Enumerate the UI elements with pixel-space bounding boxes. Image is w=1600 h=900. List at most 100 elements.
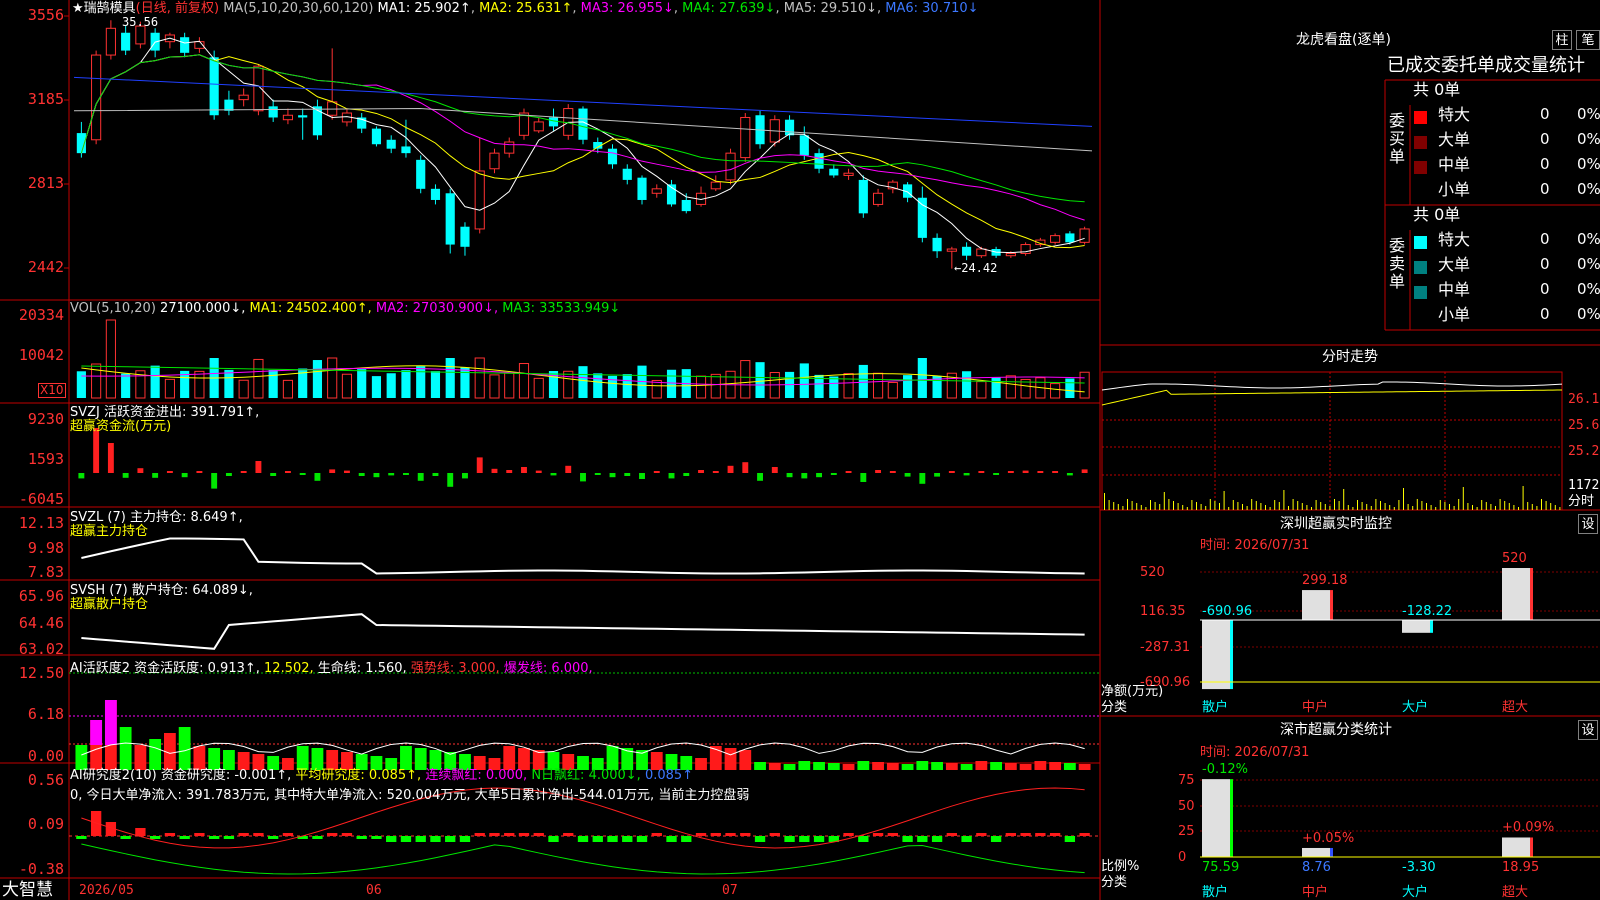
svzj-bar <box>1052 471 1059 473</box>
ma-label: MA(5,10,20,30,60,120) <box>223 1 374 16</box>
ai1-bar <box>901 764 914 770</box>
order-color-swatch <box>1414 286 1427 299</box>
fenshi-volume-bar <box>1297 501 1299 510</box>
ai1-bar <box>798 761 811 770</box>
sz2-settings-button[interactable]: 设 <box>1578 720 1598 740</box>
candle-down <box>180 37 190 53</box>
candle-down <box>814 153 824 169</box>
sz2-ylabel: 比例% <box>1101 859 1140 874</box>
ai1-bar <box>990 762 1003 770</box>
ai2-bar <box>533 833 544 836</box>
fenshi-volume-bar <box>1173 501 1174 510</box>
svzj-bar <box>181 473 188 478</box>
fenshi-volume-bar <box>1472 505 1473 510</box>
ma5-value: MA5: 29.510↓ <box>783 1 877 16</box>
order-sell-row-value: 0 <box>1540 230 1550 248</box>
ai2-bar <box>223 836 235 839</box>
volume-bar-down <box>76 371 86 398</box>
svsh-y-tick: 63.02 <box>18 640 64 658</box>
svzj-bar <box>240 471 247 473</box>
ai2-bar <box>931 836 943 842</box>
ai1-bar <box>400 746 412 770</box>
ai1-bar <box>311 748 324 770</box>
ai1-bar <box>842 764 855 770</box>
sz2-bar-edge <box>1530 837 1533 857</box>
fenshi-volume-bar <box>1536 506 1538 510</box>
main-y-tick: 3185 <box>27 90 64 108</box>
order-sell-row-label: 小单 <box>1438 305 1471 324</box>
sz2-bar-散户 <box>1202 779 1230 857</box>
fenshi-volume-bar <box>1508 503 1510 510</box>
volume-bar-down <box>401 370 411 398</box>
sz1-category: 中户 <box>1302 700 1329 715</box>
sz2-bar-value: 8.76 <box>1302 860 1331 875</box>
order-sell-row-pct: 0% <box>1577 230 1600 248</box>
order-sell-row-pct: 0% <box>1577 255 1600 273</box>
fenshi-volume-bar <box>1541 499 1542 510</box>
chart-canvas[interactable] <box>0 0 1600 900</box>
svzj-bar <box>639 473 645 479</box>
candle-up <box>533 121 544 132</box>
svzj-bar <box>594 473 601 475</box>
ai1-bar-burst <box>90 720 103 745</box>
ai1-bar <box>134 745 147 770</box>
ai2-label: AI研究度2(10) 资金研究度: -0.001↑, <box>70 768 292 783</box>
fenshi-volume-bar <box>1347 505 1349 510</box>
sz1-settings-button[interactable]: 设 <box>1578 514 1598 534</box>
ai1-bar <box>1034 761 1047 770</box>
order-sell-row-value: 0 <box>1540 280 1550 298</box>
fenshi-volume-bar <box>1140 505 1142 510</box>
tick-mode-button[interactable]: 笔 <box>1576 30 1600 50</box>
svsh-label: SVSH (7) 散户持仓: 64.089↓, <box>70 583 253 598</box>
ai2-bar <box>268 836 279 839</box>
ai1-bar <box>1078 764 1091 770</box>
volume-bar-up <box>474 357 485 399</box>
svzj-y-tick: 1593 <box>27 450 64 468</box>
candle-down <box>917 197 927 238</box>
volume-bar-down <box>150 365 160 398</box>
main-y-tick: 2442 <box>27 258 64 276</box>
bar-mode-button[interactable]: 柱 <box>1552 30 1572 50</box>
order-color-swatch <box>1414 261 1427 274</box>
ai1-bar <box>208 748 221 770</box>
svzj-y-tick: 9230 <box>27 410 64 428</box>
fenshi-volume-bar <box>1163 492 1165 510</box>
volume-bar-up <box>164 378 175 399</box>
svzj-bar <box>816 473 823 478</box>
fenshi-volume-bar <box>1334 499 1335 510</box>
ai2-bar <box>149 836 161 839</box>
ai1-y-tick: 0.00 <box>27 747 64 765</box>
ai1-bar <box>813 762 825 770</box>
sz2-bar-edge <box>1230 779 1233 857</box>
candle-down <box>460 226 470 247</box>
sz1-xlabel: 分类 <box>1101 700 1128 715</box>
ai2-bar <box>563 833 574 836</box>
candle-down <box>858 179 868 214</box>
order-buy-row-pct: 0% <box>1577 180 1600 198</box>
fenshi-volume-bar <box>1495 506 1496 510</box>
fenshi-volume-bar <box>1306 505 1308 510</box>
fenshi-volume-bar <box>1219 503 1220 510</box>
fenshi-volume-bar <box>1545 501 1547 510</box>
fenshi-volume-bar <box>1403 488 1404 510</box>
ai1-v3: 生命线: 1.560, <box>317 661 407 676</box>
ai2-bar <box>725 833 736 836</box>
svzj-bar <box>388 473 395 476</box>
order-buy-row-label: 特大 <box>1438 105 1471 124</box>
fenshi-volume-bar <box>1269 507 1271 510</box>
svzj-bar <box>255 461 262 473</box>
svzj-bar <box>447 473 454 487</box>
ai2-bar <box>415 836 426 842</box>
svzl-sub: 超赢主力持仓 <box>70 524 149 539</box>
sz2-title: 深市超赢分类统计 <box>1280 722 1392 738</box>
svzj-bar <box>1022 470 1029 473</box>
fenshi-volume-bar <box>1338 501 1340 510</box>
ai2-bar <box>813 836 825 842</box>
app-logo: 大智慧 <box>2 880 53 900</box>
sz2-y-tick: 75 <box>1178 773 1195 788</box>
vol-ma1: MA1: 24502.400↑, <box>249 301 372 316</box>
sz2-bar-超大 <box>1502 837 1530 857</box>
svzj-bar <box>284 471 291 473</box>
fenshi-volume-bar <box>1311 507 1312 510</box>
fenshi-volume-bar <box>1214 501 1216 510</box>
